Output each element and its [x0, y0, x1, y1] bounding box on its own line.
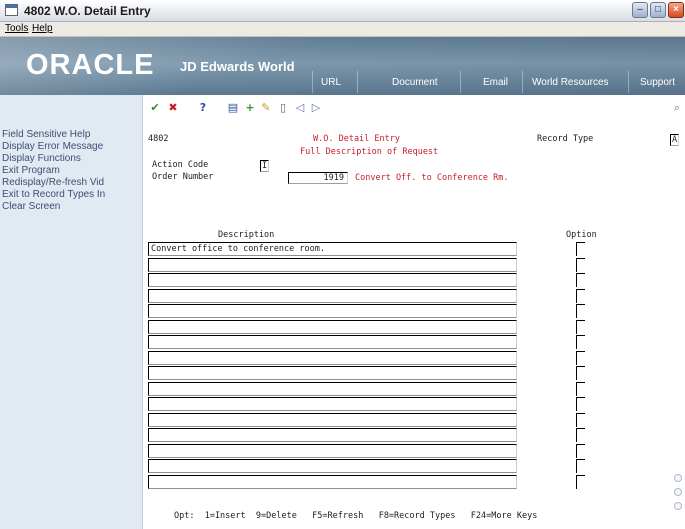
delete-icon[interactable]: ▯: [276, 101, 290, 115]
option-row-field[interactable]: [576, 366, 585, 380]
maximize-button[interactable]: □: [650, 2, 666, 18]
sidebar-item-display-functions[interactable]: Display Functions: [2, 153, 142, 164]
option-row-field[interactable]: [576, 444, 585, 458]
option-row-field[interactable]: [576, 382, 585, 396]
previous-icon[interactable]: ◁: [293, 101, 307, 115]
sidebar-item-field-help[interactable]: Field Sensitive Help: [2, 129, 142, 140]
search-icon[interactable]: ⌕: [670, 101, 684, 115]
sidebar-item-error-message[interactable]: Display Error Message: [2, 141, 142, 152]
minimize-button[interactable]: –: [632, 2, 648, 18]
description-row-field[interactable]: [148, 258, 517, 272]
action-code-label: Action Code: [152, 160, 209, 170]
menu-tools[interactable]: Tools: [5, 23, 28, 34]
tab-url[interactable]: URL: [321, 77, 341, 88]
tab-document[interactable]: Document: [392, 77, 438, 88]
description-row-field[interactable]: [148, 320, 517, 334]
order-number-field[interactable]: 1919: [288, 172, 348, 184]
footer-function-keys: Opt: 1=Insert 9=Delete F5=Refresh F8=Rec…: [174, 511, 538, 521]
order-number-label: Order Number: [152, 172, 214, 182]
action-code-field[interactable]: I: [260, 160, 269, 172]
sidebar-item-exit-record-types[interactable]: Exit to Record Types In: [2, 189, 142, 200]
form-title: W.O. Detail Entry: [313, 134, 400, 144]
order-description: Convert Off. to Conference Rm.: [355, 173, 509, 183]
description-row-field[interactable]: [148, 366, 517, 380]
edit-icon[interactable]: ✎: [259, 101, 273, 115]
option-row-field[interactable]: [576, 335, 585, 349]
description-row-field[interactable]: [148, 304, 517, 318]
check-icon[interactable]: ✔: [148, 101, 162, 115]
tab-support[interactable]: Support: [640, 77, 675, 88]
option-row-field[interactable]: [576, 459, 585, 473]
close-button[interactable]: ×: [668, 2, 684, 18]
sidebar-item-redisplay[interactable]: Redisplay/Re-fresh Vid: [2, 177, 142, 188]
program-id: 4802: [148, 134, 169, 144]
tab-email[interactable]: Email: [483, 77, 508, 88]
option-row-field[interactable]: [576, 242, 585, 256]
help-icon[interactable]: ?: [196, 101, 210, 115]
option-header: Option: [566, 230, 597, 240]
option-row-field[interactable]: [576, 304, 585, 318]
option-row-field[interactable]: [576, 351, 585, 365]
option-row-field[interactable]: [576, 397, 585, 411]
add-icon[interactable]: +: [243, 101, 257, 115]
description-row-field[interactable]: [148, 335, 517, 349]
option-row-field[interactable]: [576, 428, 585, 442]
toolbar: ✔ ✖ ? ▤ + ✎ ▯ ◁ ▷ ⌕: [142, 98, 685, 118]
window-icon: [5, 4, 18, 16]
option-row-field[interactable]: [576, 258, 585, 272]
cancel-icon[interactable]: ✖: [166, 101, 180, 115]
menu-help[interactable]: Help: [32, 23, 53, 34]
option-row-field[interactable]: [576, 320, 585, 334]
menu-bar: Tools Help: [0, 22, 685, 37]
next-icon[interactable]: ▷: [309, 101, 323, 115]
oracle-banner: ORACLE JD Edwards World URL Document Ema…: [0, 37, 685, 95]
description-row-field[interactable]: [148, 475, 517, 489]
description-row-field[interactable]: [148, 444, 517, 458]
scroll-page-icon[interactable]: [674, 488, 682, 496]
description-row-field[interactable]: [148, 382, 517, 396]
window-title: 4802 W.O. Detail Entry: [24, 4, 151, 18]
description-row-field[interactable]: [148, 413, 517, 427]
window-titlebar: 4802 W.O. Detail Entry – □ ×: [0, 0, 685, 22]
option-row-field[interactable]: [576, 475, 585, 489]
scroll-down-icon[interactable]: [674, 502, 682, 510]
jde-world-label: JD Edwards World: [180, 59, 295, 74]
tab-world-resources[interactable]: World Resources: [532, 77, 609, 88]
record-type-field[interactable]: A: [670, 134, 679, 146]
scroll-up-icon[interactable]: [674, 474, 682, 482]
oracle-logo: ORACLE: [26, 49, 155, 81]
description-row-field[interactable]: [148, 397, 517, 411]
sidebar-item-clear-screen[interactable]: Clear Screen: [2, 201, 142, 212]
description-row-field[interactable]: [148, 273, 517, 287]
description-row-field[interactable]: Convert office to conference room.: [148, 242, 517, 256]
sidebar-item-exit-program[interactable]: Exit Program: [2, 165, 142, 176]
record-type-label: Record Type: [537, 134, 594, 144]
form-area: 4802 W.O. Detail Entry Full Description …: [143, 118, 685, 529]
description-header: Description: [218, 230, 275, 240]
description-row-field[interactable]: [148, 428, 517, 442]
option-row-field[interactable]: [576, 413, 585, 427]
description-row-field[interactable]: [148, 351, 517, 365]
option-row-field[interactable]: [576, 289, 585, 303]
description-row-field[interactable]: [148, 459, 517, 473]
sidebar: Field Sensitive Help Display Error Messa…: [0, 95, 143, 529]
display-icon[interactable]: ▤: [226, 101, 240, 115]
description-row-field[interactable]: [148, 289, 517, 303]
option-row-field[interactable]: [576, 273, 585, 287]
form-subtitle: Full Description of Request: [300, 147, 439, 157]
